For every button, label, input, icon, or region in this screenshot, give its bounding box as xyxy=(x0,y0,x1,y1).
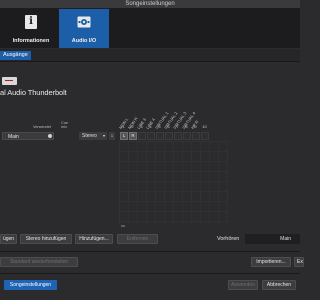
header-mix: mix xyxy=(61,125,67,129)
window-title: Songeinstellungen xyxy=(0,0,300,9)
routing-cell[interactable] xyxy=(174,132,182,140)
routing-cell[interactable] xyxy=(183,132,191,140)
device-name: al Audio Thunderbolt xyxy=(0,88,67,97)
column-number: 6 xyxy=(167,124,170,129)
routing-cell[interactable] xyxy=(156,132,164,140)
subtab-ausgange[interactable]: Ausgänge xyxy=(0,51,31,60)
column-number: 4 xyxy=(149,124,152,129)
routing-cell[interactable] xyxy=(138,132,146,140)
import-button[interactable]: Importieren... xyxy=(251,257,291,267)
routing-matrix-grid xyxy=(119,141,228,226)
song-settings-button[interactable]: Songeinstellungen xyxy=(4,280,57,290)
routing-cell[interactable] xyxy=(165,132,173,140)
column-number: 2 xyxy=(131,124,134,129)
channel-format-value: Stereo xyxy=(82,133,97,139)
header-verwendet: Verwendet xyxy=(33,125,51,129)
divider xyxy=(0,273,300,274)
column-number: 1 xyxy=(122,124,125,129)
output-name-field[interactable]: Main xyxy=(2,132,54,140)
chevron-down-icon: ▾ xyxy=(102,133,105,138)
tab-informationen[interactable]: i Informationen xyxy=(6,9,56,48)
output-index: 1 xyxy=(109,132,115,140)
add-stereo-button[interactable]: Stereo hinzufügen xyxy=(20,234,72,244)
column-number: 7 xyxy=(176,124,179,129)
routing-cell-right[interactable]: R xyxy=(129,132,137,140)
horizontal-scrollbar[interactable] xyxy=(121,225,125,227)
tab-bar: i Informationen Audio I/O xyxy=(0,9,300,48)
info-icon: i xyxy=(25,15,37,29)
column-number: 10 xyxy=(202,124,207,129)
divider xyxy=(0,251,300,252)
reset-default-button[interactable]: Standard wiederherstellen xyxy=(0,257,78,267)
preview-label: Vorhören xyxy=(217,236,240,242)
routing-cell[interactable] xyxy=(201,132,209,140)
channel-format-select[interactable]: Stereo ▾ xyxy=(79,132,107,140)
routing-cell[interactable] xyxy=(192,132,200,140)
subtab-bar: Ausgänge xyxy=(0,49,300,62)
column-number: 3 xyxy=(140,124,143,129)
add-mono-button[interactable]: ügen xyxy=(0,234,17,244)
preview-select[interactable]: Main xyxy=(245,234,300,244)
column-number: 9 xyxy=(194,124,197,129)
export-button[interactable]: Ex xyxy=(294,257,304,267)
cancel-button[interactable]: Abbrechen xyxy=(262,280,296,290)
remove-button[interactable]: Entfernen xyxy=(117,234,158,244)
routing-cell[interactable] xyxy=(147,132,155,140)
routing-cell-left[interactable]: L xyxy=(120,132,128,140)
apply-button[interactable]: Anwenden xyxy=(228,280,258,290)
audio-io-icon xyxy=(77,16,91,28)
tab-label: Audio I/O xyxy=(71,38,97,44)
add-more-button[interactable]: Hinzufügen... xyxy=(75,234,113,244)
tab-label: Informationen xyxy=(12,38,50,44)
tab-audio-io[interactable]: Audio I/O xyxy=(59,9,109,48)
column-number: 5 xyxy=(158,124,161,129)
column-number: 8 xyxy=(185,124,188,129)
used-toggle[interactable] xyxy=(48,134,52,138)
device-logo xyxy=(2,77,17,85)
